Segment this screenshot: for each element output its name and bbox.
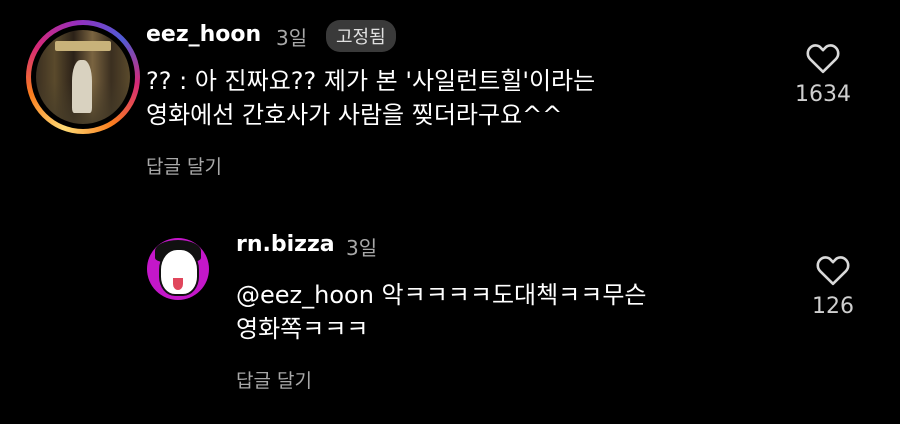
- comment-username[interactable]: eez_hoon: [146, 22, 261, 47]
- like-button[interactable]: 1634: [783, 42, 863, 107]
- heart-outline-icon: [806, 44, 840, 74]
- avatar-photo-sign: [54, 41, 112, 51]
- avatar-photo-person: [71, 60, 93, 113]
- like-count: 1634: [795, 82, 851, 107]
- avatar-eez-hoon[interactable]: [26, 20, 140, 134]
- reply-button[interactable]: 답글 달기: [146, 152, 222, 179]
- comment-username[interactable]: rn.bizza: [236, 232, 335, 257]
- comment-text-line-1: ?? : 아 진짜요?? 제가 본 '사일런트힐'이라는: [146, 67, 596, 95]
- comment-text-line-1: @eez_hoon 악ㅋㅋㅋㅋ도대첵ㅋㅋ무슨: [236, 281, 647, 309]
- like-count: 126: [812, 294, 854, 319]
- avatar-photo: [36, 30, 130, 124]
- comment-text-line-2: 영화에선 간호사가 사람을 찢더라구요^^: [146, 101, 563, 129]
- avatar-frame: [31, 25, 135, 129]
- reply-button[interactable]: 답글 달기: [236, 366, 312, 393]
- pinned-badge: 고정됨: [326, 20, 396, 52]
- like-button[interactable]: 126: [793, 254, 873, 319]
- heart-outline-icon: [816, 256, 850, 286]
- avatar-tongue: [173, 278, 183, 290]
- comment-time: 3일: [346, 236, 378, 260]
- comment-text-line-2: 영화쪽ㅋㅋㅋ: [236, 315, 369, 343]
- avatar-rn-bizza[interactable]: [147, 238, 209, 300]
- comment-time: 3일: [276, 26, 308, 50]
